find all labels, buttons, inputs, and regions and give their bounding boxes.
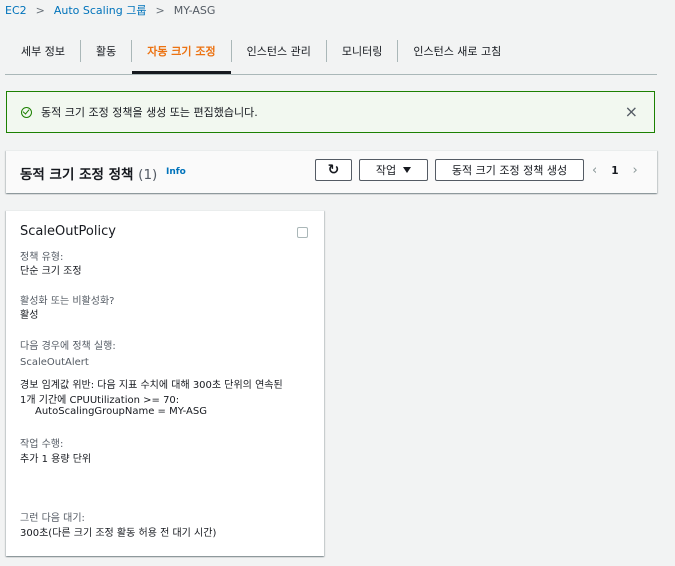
close-icon[interactable]: × — [625, 104, 638, 120]
info-link[interactable]: Info — [166, 167, 186, 177]
breach-condition-line1: 경보 임계값 위반: 다음 지표 수치에 대해 300초 단위의 연속된 — [20, 380, 283, 391]
success-flashbar: 동적 크기 조정 정책을 생성 또는 편집했습니다. × — [6, 91, 655, 133]
policy-count: (1) — [138, 167, 158, 183]
tab-bar: 세부 정보 활동 자동 크기 조정 인스턴스 관리 모니터링 인스턴스 새로 고… — [5, 40, 657, 75]
chevron-left-icon[interactable]: ‹ — [592, 164, 597, 178]
flash-message: 동적 크기 조정 정책을 생성 또는 편집했습니다. — [41, 106, 258, 119]
caret-down-icon — [403, 167, 412, 173]
action-label: 작업 수행: — [20, 439, 64, 450]
breadcrumb-ec2[interactable]: EC2 — [5, 3, 27, 19]
breadcrumb-current: MY-ASG — [173, 4, 216, 17]
trigger-label: 다음 경우에 정책 실행: — [20, 341, 116, 352]
page-number[interactable]: 1 — [611, 165, 618, 177]
breach-condition-line2: 1개 기간에 CPUUtilization >= 70: — [20, 395, 180, 406]
wait-label: 그런 다음 대기: — [20, 513, 85, 524]
tab-automatic-scaling[interactable]: 자동 크기 조정 — [132, 40, 232, 74]
actions-label: 작업 — [375, 164, 397, 177]
check-circle-icon — [21, 106, 32, 118]
refresh-icon: ↻ — [327, 162, 340, 178]
panel-title-text: 동적 크기 조정 정책 — [20, 167, 134, 183]
tab-details[interactable]: 세부 정보 — [5, 40, 80, 62]
create-policy-label: 동적 크기 조정 정책 생성 — [451, 164, 568, 177]
create-policy-button[interactable]: 동적 크기 조정 정책 생성 — [435, 159, 584, 181]
panel-title: 동적 크기 조정 정책 (1) — [20, 163, 157, 183]
tab-activity[interactable]: 활동 — [81, 40, 131, 62]
refresh-button[interactable]: ↻ — [315, 159, 352, 181]
breadcrumb: EC2 > Auto Scaling 그룹 > MY-ASG — [5, 3, 215, 19]
chevron-right-icon: > — [155, 4, 165, 17]
policy-name: ScaleOutPolicy — [20, 224, 116, 239]
chevron-right-icon: > — [35, 4, 45, 17]
policy-type-label: 정책 유형: — [20, 252, 64, 263]
enabled-value: 활성 — [20, 310, 39, 321]
tab-instance-refresh[interactable]: 인스턴스 새로 고침 — [398, 40, 516, 62]
enabled-label: 활성화 또는 비활성화? — [20, 296, 115, 307]
alarm-name: ScaleOutAlert — [20, 357, 89, 368]
policy-type-value: 단순 크기 조정 — [20, 266, 82, 277]
tab-monitoring[interactable]: 모니터링 — [327, 40, 397, 62]
actions-dropdown-button[interactable]: 작업 — [359, 159, 428, 181]
pagination: ‹ 1 › — [592, 164, 638, 178]
breadcrumb-auto-scaling-groups[interactable]: Auto Scaling 그룹 — [54, 3, 147, 19]
tab-instance-management[interactable]: 인스턴스 관리 — [232, 40, 326, 62]
policy-card: ScaleOutPolicy 정책 유형: 단순 크기 조정 활성화 또는 비활… — [6, 210, 324, 556]
chevron-right-icon[interactable]: › — [633, 164, 638, 178]
policies-header: 동적 크기 조정 정책 (1) Info ↻ 작업 동적 크기 조정 정책 생성… — [6, 150, 657, 193]
wait-value: 300초(다른 크기 조정 활동 허용 전 대기 시간) — [20, 528, 217, 539]
alarm-dimension: AutoScalingGroupName = MY-ASG — [35, 406, 207, 417]
action-value: 추가 1 용량 단위 — [20, 454, 92, 465]
policy-select-checkbox[interactable] — [297, 227, 308, 238]
